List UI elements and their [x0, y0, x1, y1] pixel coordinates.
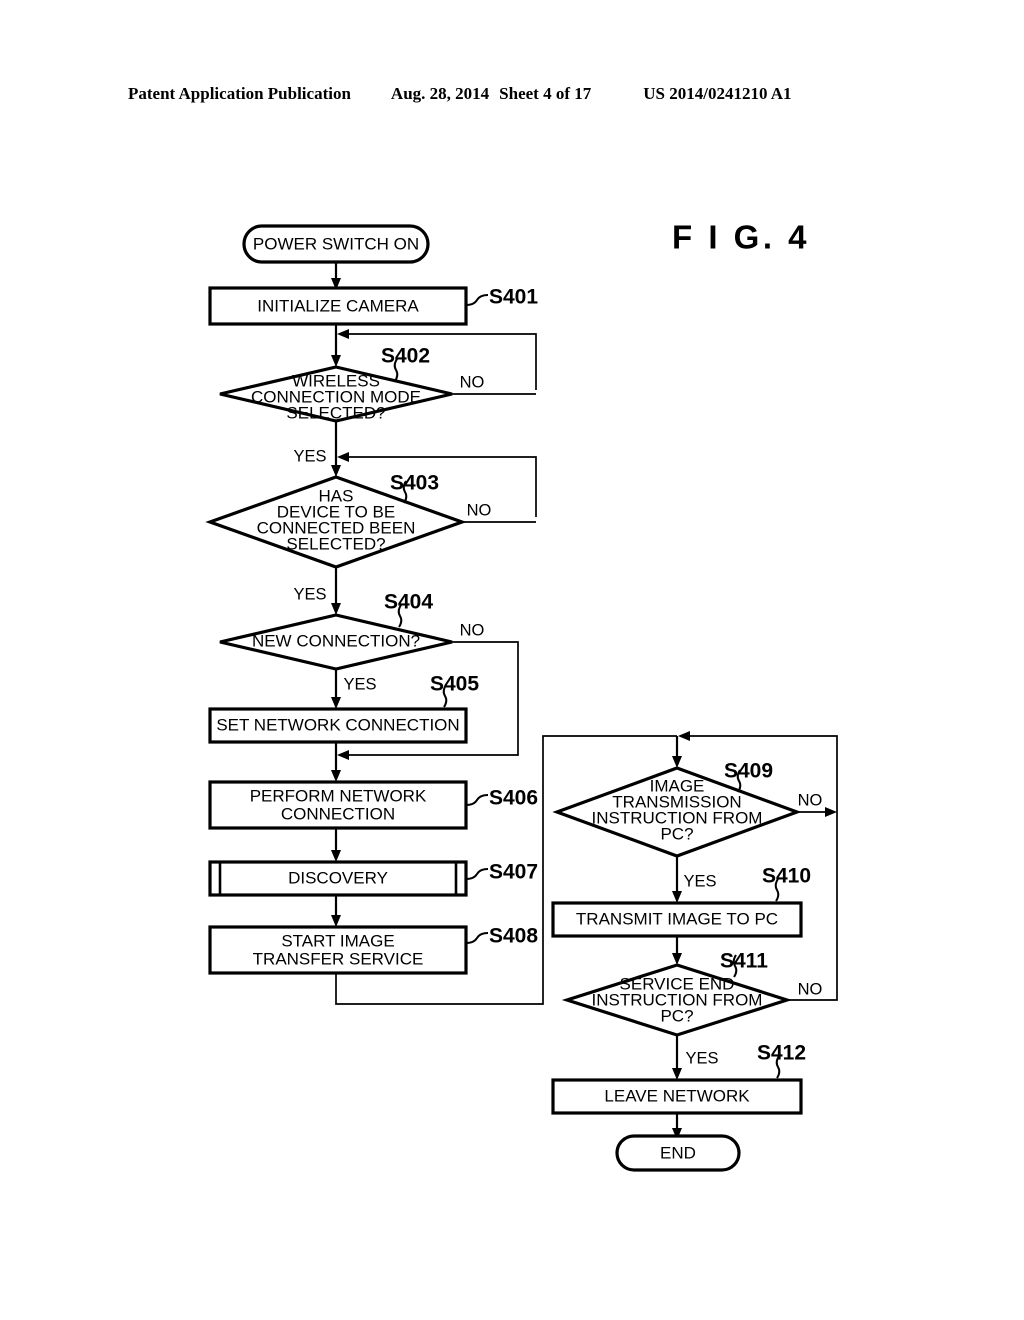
figure-title: F I G. 4 [672, 219, 810, 256]
branch-label-s403-yes: YES [293, 585, 326, 603]
step-label-s404: S404 [384, 591, 433, 614]
branch-label-s409-yes: YES [683, 872, 716, 890]
node-s402-label-line3: SELECTED? [286, 403, 385, 422]
branch-label-s402-no: NO [460, 373, 485, 391]
arrowhead-s404-yes-to-s405 [331, 697, 341, 709]
leader-s408 [465, 932, 489, 944]
step-label-s408: S408 [489, 925, 538, 948]
node-s412-label: LEAVE NETWORK [604, 1086, 750, 1105]
node-end-label: END [660, 1143, 696, 1162]
node-s410-label: TRANSMIT IMAGE TO PC [576, 909, 778, 928]
branch-label-s411-yes: YES [685, 1049, 718, 1067]
branch-label-s409-no: NO [798, 791, 823, 809]
leader-s406 [465, 794, 489, 806]
node-s403-label-line4: SELECTED? [286, 534, 385, 553]
arrowhead-s403-yes-to-s404 [331, 603, 341, 615]
branch-label-s402-yes: YES [293, 447, 326, 465]
arrowhead-s411-yes-to-s412 [672, 1068, 682, 1080]
branch-label-s404-yes: YES [343, 675, 376, 693]
arrowhead-s407-to-s408 [331, 915, 341, 927]
node-s408-label-line2: TRANSFER SERVICE [253, 949, 424, 968]
step-label-s412: S412 [757, 1042, 806, 1065]
node-s407-label: DISCOVERY [288, 868, 388, 887]
node-start-label: POWER SWITCH ON [253, 234, 419, 253]
node-s405-label: SET NETWORK CONNECTION [216, 715, 459, 734]
step-label-s401: S401 [489, 286, 538, 309]
step-label-s410: S410 [762, 865, 811, 888]
step-label-s411: S411 [720, 950, 768, 973]
branch-label-s404-no: NO [460, 621, 485, 639]
step-label-s409: S409 [724, 760, 773, 783]
node-s404-label: NEW CONNECTION? [252, 631, 420, 650]
node-s409-label-line4: PC? [660, 824, 693, 843]
node-s411-label-line3: PC? [660, 1006, 693, 1025]
step-label-s407: S407 [489, 861, 538, 884]
leader-s401 [465, 294, 489, 306]
node-s406-label-line1: PERFORM NETWORK [250, 786, 427, 805]
node-s408-label-line1: START IMAGE [281, 931, 394, 950]
figure-4-flowchart: F I G. 4 POWER SWITCH ON INITIALIZE CAME… [0, 0, 1024, 1320]
arrowhead-right-feedback [678, 731, 690, 741]
branch-label-s411-no: NO [798, 980, 823, 998]
arrowhead-s402-no-return [337, 329, 349, 339]
arrowhead-junction-to-s409 [672, 756, 682, 768]
arrowhead-s404-no-bypass [337, 750, 349, 760]
patent-page: Patent Application Publication Aug. 28, … [0, 0, 1024, 1320]
arrowhead-s403-no-return [337, 452, 349, 462]
branch-label-s403-no: NO [467, 501, 492, 519]
step-label-s405: S405 [430, 673, 479, 696]
step-label-s403: S403 [390, 472, 439, 495]
leader-s407 [465, 868, 489, 880]
arrowhead-s405-to-s406 [331, 770, 341, 782]
step-label-s406: S406 [489, 787, 538, 810]
arrowhead-s409-no [825, 807, 837, 817]
arrowhead-s406-to-s407 [331, 850, 341, 862]
step-label-s402: S402 [381, 345, 430, 368]
arrowhead-s409-yes-to-s410 [672, 891, 682, 903]
node-s406-label-line2: CONNECTION [281, 804, 395, 823]
arrowhead-s402-yes-to-s403 [331, 465, 341, 477]
arrowhead-s410-to-s411 [672, 953, 682, 965]
arrowhead-s401-to-s402 [331, 355, 341, 367]
node-s401-label: INITIALIZE CAMERA [257, 296, 419, 315]
